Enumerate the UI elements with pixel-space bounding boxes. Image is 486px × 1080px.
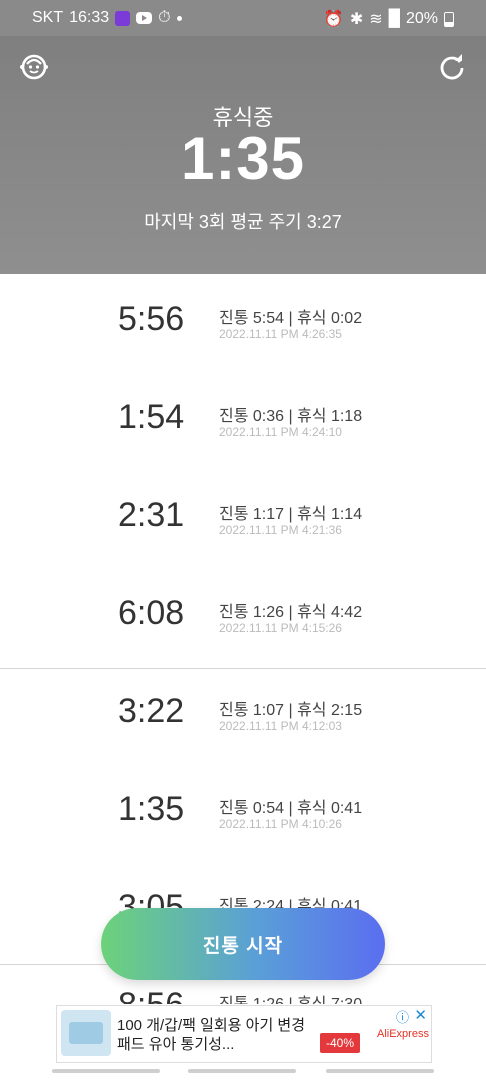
list-item[interactable]: 1:54 진통 0:36 | 휴식 1:18 2022.11.11 PM 4:2… bbox=[0, 372, 486, 470]
wifi-icon: ≋ bbox=[369, 11, 383, 28]
timestamp: 2022.11.11 PM 4:15:26 bbox=[219, 621, 342, 635]
average-interval-text: 마지막 3회 평균 주기 3:27 bbox=[144, 212, 342, 232]
list-item[interactable]: 3:22 진통 1:07 | 휴식 2:15 2022.11.11 PM 4:1… bbox=[0, 666, 486, 764]
list-item[interactable]: 2:31 진통 1:17 | 휴식 1:14 2022.11.11 PM 4:2… bbox=[0, 470, 486, 568]
ad-product-image[interactable] bbox=[61, 1010, 111, 1056]
interval-value: 1:54 bbox=[118, 398, 185, 436]
interval-value: 8:56 bbox=[118, 986, 184, 1004]
ad-brand-logo: AliExpress bbox=[377, 1028, 429, 1040]
interval-value: 2:31 bbox=[118, 496, 185, 534]
ad-title[interactable]: 100 개/갑/팩 일회용 아기 변경 패드 유아 통기성... bbox=[117, 1016, 317, 1054]
contraction-detail: 진통 1:26 | 휴식 4:42 bbox=[219, 604, 363, 621]
contraction-detail: 진통 0:36 | 휴식 1:18 bbox=[219, 408, 363, 425]
contraction-detail: 진통 1:26 | 휴식 7:30 bbox=[219, 990, 362, 1004]
ad-discount-badge: -40% bbox=[320, 1033, 361, 1053]
interval-value: 1:35 bbox=[118, 790, 185, 828]
interval-value: 3:22 bbox=[118, 692, 185, 730]
nav-recents-handle[interactable] bbox=[326, 1069, 434, 1073]
elapsed-time: 1:35 bbox=[180, 125, 306, 192]
list-item[interactable]: 5:56 진통 5:54 | 휴식 0:02 2022.11.11 PM 4:2… bbox=[0, 274, 486, 372]
contraction-detail: 진통 1:17 | 휴식 1:14 bbox=[219, 506, 363, 523]
status-header: 휴식중 1:35 마지막 3회 평균 주기 3:27 bbox=[0, 36, 486, 274]
list-item[interactable]: 6:08 진통 1:26 | 휴식 4:42 2022.11.11 PM 4:1… bbox=[0, 568, 486, 666]
bluetooth-icon: ✱ bbox=[349, 11, 364, 28]
nav-back-handle[interactable] bbox=[52, 1069, 160, 1073]
timestamp: 2022.11.11 PM 4:10:26 bbox=[219, 817, 342, 831]
list-item[interactable]: 1:35 진통 0:54 | 휴식 0:41 2022.11.11 PM 4:1… bbox=[0, 764, 486, 862]
start-contraction-button[interactable]: 진통 시작 bbox=[101, 908, 385, 980]
signal-icon: █ bbox=[388, 10, 400, 27]
ad-banner[interactable]: 100 개/갑/팩 일회용 아기 변경 패드 유아 통기성... -40% Al… bbox=[56, 1005, 432, 1063]
refresh-icon[interactable] bbox=[436, 51, 468, 83]
status-bar: SKT 16:33 ⏱ ⏰ ✱ ≋ █ 20% bbox=[0, 0, 486, 36]
alarm-icon: ⏰ bbox=[323, 11, 344, 28]
carrier-label: SKT bbox=[32, 9, 64, 26]
timestamp: 2022.11.11 PM 4:12:03 bbox=[219, 719, 342, 733]
interval-value: 6:08 bbox=[118, 594, 185, 632]
interval-value: 5:56 bbox=[118, 300, 185, 338]
nav-home-handle[interactable] bbox=[188, 1069, 296, 1073]
timestamp: 2022.11.11 PM 4:24:10 bbox=[219, 425, 342, 439]
contraction-history-list[interactable]: 5:56 진통 5:54 | 휴식 0:02 2022.11.11 PM 4:2… bbox=[0, 274, 486, 1004]
more-notifications-icon bbox=[176, 15, 182, 21]
app-notification-icon bbox=[115, 10, 131, 26]
system-nav-bar bbox=[0, 1064, 486, 1080]
battery-icon bbox=[444, 11, 454, 27]
contraction-detail: 진통 5:54 | 휴식 0:02 bbox=[219, 310, 363, 327]
contraction-detail: 진통 1:07 | 휴식 2:15 bbox=[219, 702, 363, 719]
clock: 16:33 bbox=[69, 9, 110, 26]
ad-close-icon[interactable]: ✕ bbox=[414, 1006, 427, 1024]
ad-info-icon[interactable]: ⓘ bbox=[396, 1007, 409, 1026]
alarm-notification-icon: ⏱ bbox=[158, 9, 171, 26]
contraction-detail: 진통 0:54 | 휴식 0:41 bbox=[219, 800, 363, 817]
timestamp: 2022.11.11 PM 4:26:35 bbox=[219, 327, 342, 341]
battery-percent: 20% bbox=[405, 10, 438, 27]
timestamp: 2022.11.11 PM 4:21:36 bbox=[219, 523, 342, 537]
baby-face-icon[interactable] bbox=[18, 51, 50, 83]
youtube-icon bbox=[136, 12, 153, 24]
